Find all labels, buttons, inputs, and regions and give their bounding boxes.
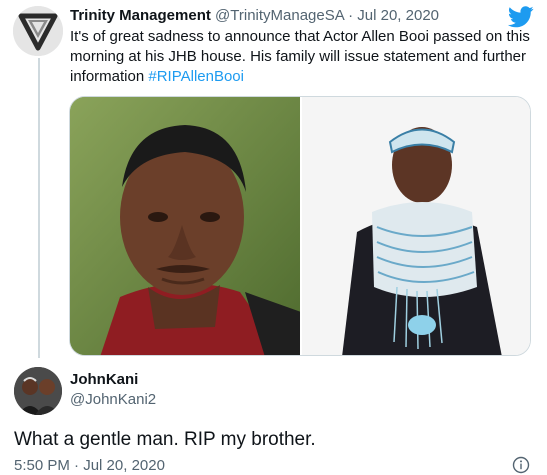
tweet-media[interactable] <box>69 96 531 356</box>
info-icon[interactable] <box>512 456 530 474</box>
quoted-author-handle[interactable]: @TrinityManageSA <box>215 7 344 24</box>
reply-date: Jul 20, 2020 <box>83 457 165 474</box>
quoted-author-name[interactable]: Trinity Management <box>70 7 211 24</box>
quoted-tweet-body: It's of great sadness to announce that A… <box>70 28 530 85</box>
quoted-tweet-text: It's of great sadness to announce that A… <box>70 27 530 87</box>
timestamp-separator: · <box>69 457 84 474</box>
reply-author-handle[interactable]: @JohnKani2 <box>70 391 156 408</box>
reply-time: 5:50 PM <box>14 457 70 474</box>
johnkani-avatar[interactable] <box>14 367 62 415</box>
trinity-logo-icon <box>13 6 63 56</box>
thread-line <box>38 58 40 358</box>
portrait-photo[interactable] <box>70 97 300 355</box>
trinity-avatar[interactable] <box>13 6 63 56</box>
reply-author-name[interactable]: JohnKani <box>70 371 138 388</box>
hashtag-link[interactable]: #RIPAllenBooi <box>148 68 244 85</box>
avatar-photo <box>14 367 62 415</box>
attire-illustration <box>302 97 530 355</box>
portrait-illustration <box>70 97 300 355</box>
header-separator: · <box>343 7 358 24</box>
quoted-tweet-date[interactable]: Jul 20, 2020 <box>357 7 439 24</box>
reply-text: What a gentle man. RIP my brother. <box>14 429 316 450</box>
twitter-bird-icon[interactable] <box>508 6 534 28</box>
quoted-tweet-header: Trinity Management @TrinityManageSA · Ju… <box>70 7 439 25</box>
reply-timestamp[interactable]: 5:50 PM · Jul 20, 2020 <box>14 457 165 474</box>
traditional-attire-photo[interactable] <box>302 97 530 355</box>
